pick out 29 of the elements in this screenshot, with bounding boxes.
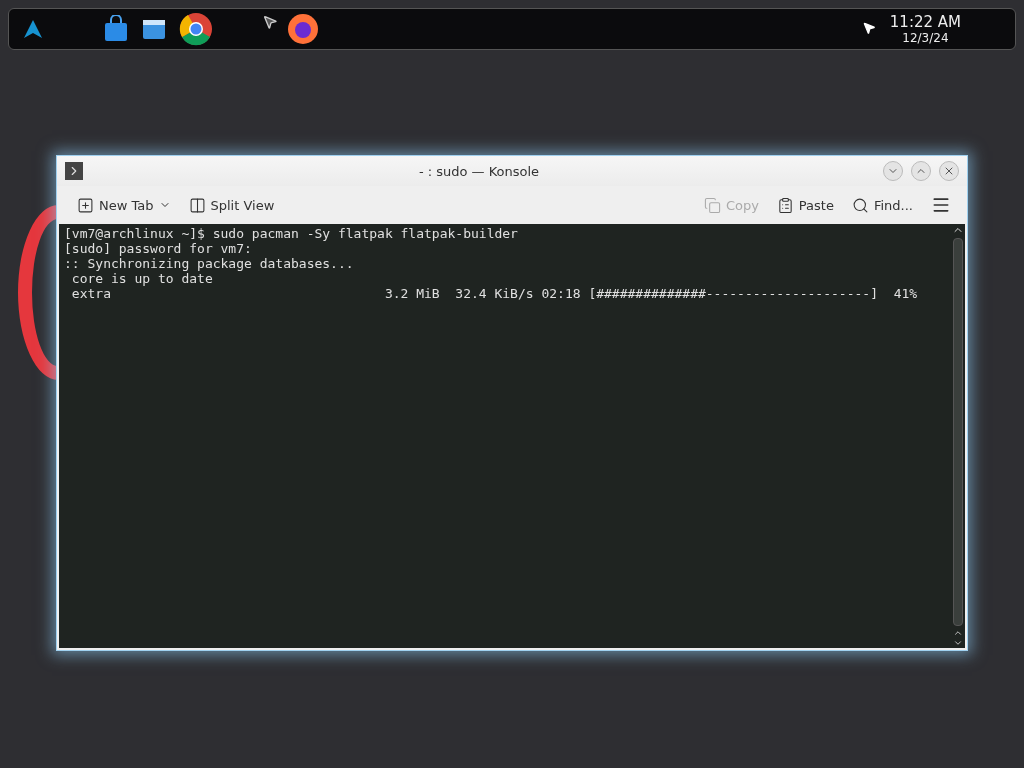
terminal-line: [sudo] password for vm7:	[64, 241, 253, 256]
scroll-up-icon[interactable]	[953, 628, 963, 638]
terminal-app-icon[interactable]	[65, 162, 83, 180]
terminal-line: [vm7@archlinux ~]$ sudo pacman -Sy flatpak flatpak-builder	[64, 226, 519, 241]
find-button[interactable]: Find...	[845, 192, 919, 218]
split-view-button[interactable]: Split View	[182, 192, 281, 218]
close-button[interactable]	[939, 161, 959, 181]
window-title: - : sudo — Konsole	[417, 163, 541, 179]
clipboard-icon	[776, 196, 794, 214]
close-icon	[943, 165, 955, 177]
terminal-line: core is up to date	[70, 271, 214, 286]
terminal-line: extra 3.2 MiB 32.4 KiB/s 02:18 [##############---------------------] 41%	[70, 286, 919, 301]
columns-icon	[188, 196, 206, 214]
mouse-pointer-icon	[262, 14, 278, 30]
arch-logo-icon[interactable]	[23, 19, 43, 39]
terminal-line: :: Synchronizing package databases...	[64, 256, 355, 271]
clock-time: 11:22 AM	[889, 13, 961, 31]
tab-plus-icon	[77, 196, 94, 214]
store-bag-icon[interactable]	[103, 15, 129, 43]
new-tab-button[interactable]: New Tab	[71, 192, 177, 218]
search-icon	[851, 196, 869, 214]
chrome-icon[interactable]	[179, 12, 213, 46]
clock-date: 12/3/24	[902, 30, 949, 45]
mouse-pointer-icon	[862, 21, 876, 35]
paste-button[interactable]: Paste	[770, 192, 840, 218]
menu-icon	[931, 195, 951, 215]
firefox-icon[interactable]	[287, 13, 319, 45]
scroll-down-icon[interactable]	[953, 638, 963, 648]
copy-icon	[703, 196, 721, 214]
